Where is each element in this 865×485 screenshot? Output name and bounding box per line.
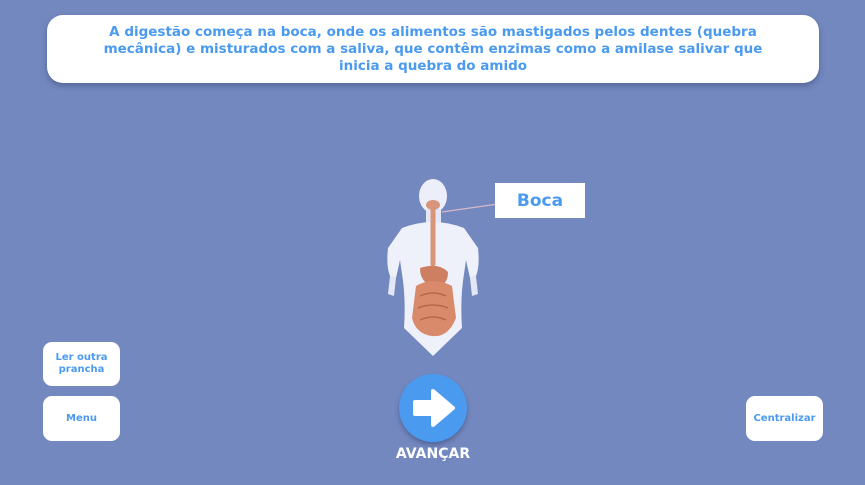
read-other-board-label: Ler outra prancha <box>55 352 108 375</box>
organ-label: Boca <box>495 183 585 218</box>
organ-label-text: Boca <box>516 190 564 211</box>
advance-label[interactable]: AVANÇAR <box>373 446 493 462</box>
menu-button[interactable]: Menu <box>43 396 120 441</box>
menu-label: Menu <box>66 412 97 424</box>
read-other-board-button[interactable]: Ler outra prancha <box>43 342 120 386</box>
center-label: Centralizar <box>753 412 816 424</box>
info-panel: A digestão começa na boca, onde os alime… <box>47 15 819 83</box>
arrow-right-icon <box>413 389 455 427</box>
advance-button[interactable] <box>399 374 467 442</box>
info-text: A digestão começa na boca, onde os alime… <box>103 23 763 74</box>
center-button[interactable]: Centralizar <box>746 396 823 441</box>
organ-pointer-line <box>441 203 499 213</box>
